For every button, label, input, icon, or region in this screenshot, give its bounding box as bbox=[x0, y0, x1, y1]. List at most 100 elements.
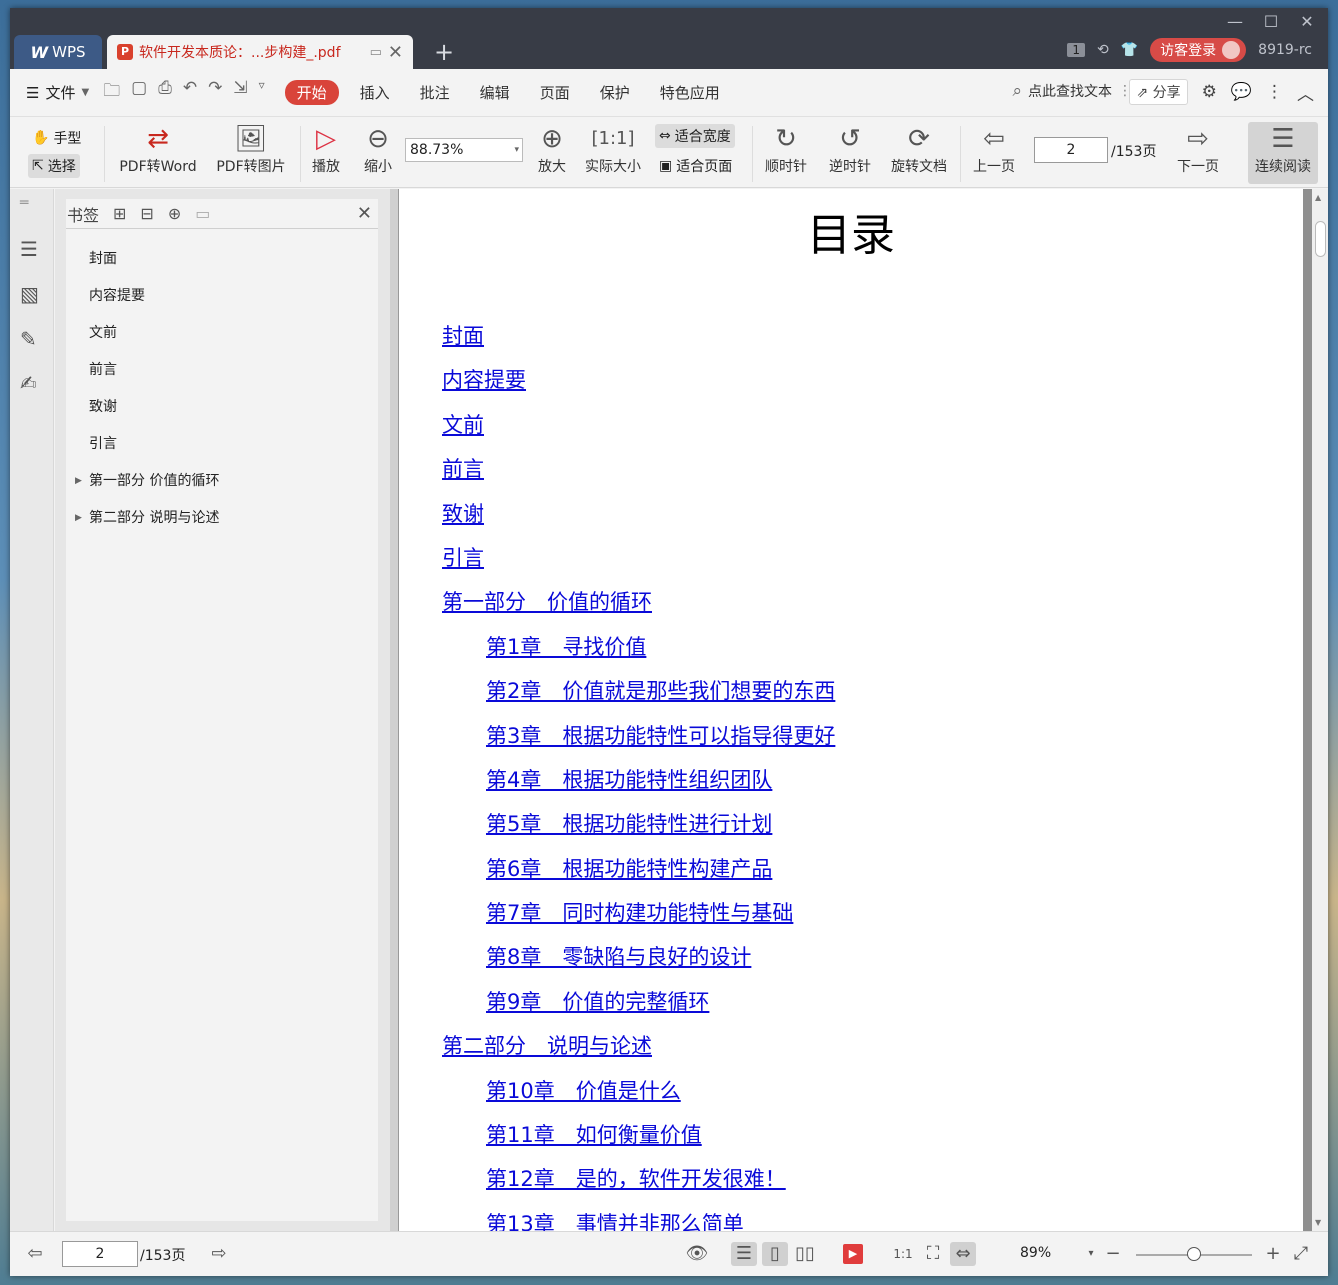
toc-link[interactable]: 第9章 价值的完整循环 bbox=[442, 987, 835, 1031]
zoom-percent-select[interactable]: 88.73% ▾ bbox=[405, 138, 523, 162]
tab-document[interactable]: P 软件开发本质论：...步构建_.pdf ▭ ✕ bbox=[107, 35, 413, 69]
panel-splitter[interactable] bbox=[390, 189, 398, 1231]
tab-insert[interactable]: 插入 bbox=[345, 82, 405, 103]
new-tab-icon[interactable]: + bbox=[434, 38, 454, 66]
fit-page-status-icon[interactable]: ⛶ bbox=[920, 1242, 946, 1266]
skin-icon[interactable]: 👕 bbox=[1121, 42, 1138, 58]
zoom-slider[interactable] bbox=[1136, 1247, 1252, 1261]
rotate-counterclockwise-button[interactable]: ↺ 逆时针 bbox=[822, 122, 878, 176]
toc-link[interactable]: 致谢 bbox=[442, 499, 835, 543]
two-page-view-icon[interactable]: ▯▯ bbox=[792, 1242, 818, 1266]
close-icon[interactable]: ✕ bbox=[357, 203, 372, 224]
more-chevron-icon[interactable]: ▿ bbox=[259, 78, 265, 107]
bookmark-options-icon[interactable]: ▭ bbox=[195, 204, 210, 223]
tab-annotate[interactable]: 批注 bbox=[405, 82, 465, 103]
expand-arrow-icon[interactable]: ▶ bbox=[75, 463, 82, 500]
bookmark-item[interactable]: 封面 bbox=[66, 241, 378, 278]
pin-tab-icon[interactable]: ▭ bbox=[370, 45, 382, 60]
toc-link[interactable]: 封面 bbox=[442, 321, 835, 365]
rotate-document-button[interactable]: ⟳ 旋转文档 bbox=[886, 122, 952, 176]
comment-icon[interactable]: 💬 bbox=[1231, 82, 1252, 102]
toc-link[interactable]: 第6章 根据功能特性构建产品 bbox=[442, 854, 835, 898]
scrollbar-thumb[interactable] bbox=[1315, 221, 1326, 257]
toc-link[interactable]: 内容提要 bbox=[442, 365, 835, 409]
toc-link[interactable]: 第10章 价值是什么 bbox=[442, 1076, 835, 1120]
hand-tool-button[interactable]: ✋ 手型 bbox=[28, 126, 85, 150]
bookmark-item[interactable]: 内容提要 bbox=[66, 278, 378, 315]
add-bookmark-icon[interactable]: ⊕ bbox=[168, 204, 181, 223]
vertical-scrollbar[interactable]: ▲ ▼ bbox=[1312, 189, 1328, 1231]
tab-special[interactable]: 特色应用 bbox=[645, 82, 735, 103]
save-icon[interactable]: ▢ bbox=[131, 78, 147, 107]
open-folder-icon[interactable]: 🗀 bbox=[103, 78, 120, 107]
zoom-plus-icon[interactable]: + bbox=[1260, 1242, 1286, 1266]
toc-link[interactable]: 第8章 零缺陷与良好的设计 bbox=[442, 942, 835, 986]
toc-link[interactable]: 第二部分 说明与论述 bbox=[442, 1031, 835, 1075]
eye-protection-icon[interactable]: 👁 bbox=[684, 1242, 710, 1266]
redo-icon[interactable]: ↷ bbox=[208, 78, 222, 107]
bookmark-item[interactable]: 致谢 bbox=[66, 389, 378, 426]
fit-page-button[interactable]: ▣ 适合页面 bbox=[655, 154, 736, 178]
scroll-up-icon[interactable]: ▲ bbox=[1315, 193, 1321, 202]
collapse-ribbon-icon[interactable]: ︿ bbox=[1297, 80, 1314, 105]
zoom-minus-icon[interactable]: − bbox=[1100, 1242, 1126, 1266]
toc-link[interactable]: 第7章 同时构建功能特性与基础 bbox=[442, 898, 835, 942]
toc-link[interactable]: 引言 bbox=[442, 543, 835, 587]
tab-edit[interactable]: 编辑 bbox=[465, 82, 525, 103]
fullscreen-icon[interactable]: ⤢ bbox=[1288, 1242, 1314, 1266]
more-options-icon[interactable]: ⋮ bbox=[1266, 82, 1283, 102]
status-prev-page-icon[interactable]: ⇦ bbox=[22, 1242, 48, 1266]
play-button[interactable]: ▷ 播放 bbox=[304, 122, 348, 176]
scroll-down-icon[interactable]: ▼ bbox=[1315, 1218, 1321, 1227]
file-menu[interactable]: ☰ 文件 ▼ bbox=[26, 82, 89, 103]
share-button[interactable]: ⇗ 分享 bbox=[1129, 79, 1188, 105]
print-icon[interactable]: ⎙ bbox=[158, 78, 172, 107]
minimize-icon[interactable]: — bbox=[1222, 12, 1248, 31]
zoom-out-button[interactable]: ⊖ 缩小 bbox=[356, 122, 400, 176]
zoom-slider-knob[interactable] bbox=[1187, 1247, 1201, 1261]
thumbnail-icon[interactable]: ▧ bbox=[20, 282, 39, 306]
single-page-view-icon[interactable]: ▯ bbox=[762, 1242, 788, 1266]
status-next-page-icon[interactable]: ⇨ bbox=[206, 1242, 232, 1266]
close-window-icon[interactable]: ✕ bbox=[1294, 12, 1320, 31]
bookmark-item[interactable]: ▶ 第二部分 说明与论述 bbox=[66, 500, 378, 537]
bookmark-item[interactable]: 引言 bbox=[66, 426, 378, 463]
tab-protect[interactable]: 保护 bbox=[585, 82, 645, 103]
window-count-badge[interactable]: 1 bbox=[1067, 43, 1085, 57]
pdf-to-image-button[interactable]: 🖼 PDF转图片 bbox=[210, 122, 292, 176]
toc-link[interactable]: 第2章 价值就是那些我们想要的东西 bbox=[442, 676, 835, 720]
slideshow-play-icon[interactable]: ▶ bbox=[843, 1244, 863, 1264]
toc-link[interactable]: 第3章 根据功能特性可以指导得更好 bbox=[442, 721, 835, 765]
undo-icon[interactable]: ↶ bbox=[183, 78, 197, 107]
bookmark-list-icon[interactable]: ☰ bbox=[20, 237, 38, 261]
bookmark-item[interactable]: 前言 bbox=[66, 352, 378, 389]
status-zoom-value[interactable]: 89% bbox=[1020, 1245, 1051, 1261]
maximize-icon[interactable]: ☐ bbox=[1258, 12, 1284, 31]
continuous-reading-button[interactable]: ☰ 连续阅读 bbox=[1248, 122, 1318, 184]
next-page-button[interactable]: ⇨ 下一页 bbox=[1172, 122, 1224, 176]
page-number-input[interactable]: 2 bbox=[1034, 137, 1108, 163]
tab-start[interactable]: 开始 bbox=[284, 80, 339, 105]
settings-gear-icon[interactable]: ⚙ bbox=[1202, 82, 1217, 102]
bookmark-item[interactable]: 文前 bbox=[66, 315, 378, 352]
status-page-input[interactable]: 2 bbox=[62, 1241, 138, 1267]
close-tab-icon[interactable]: ✕ bbox=[388, 42, 403, 63]
fit-width-button[interactable]: ⇔ 适合宽度 bbox=[655, 124, 735, 148]
tab-page[interactable]: 页面 bbox=[525, 82, 585, 103]
select-tool-button[interactable]: ⇱ 选择 bbox=[28, 154, 80, 178]
toc-link[interactable]: 第11章 如何衡量价值 bbox=[442, 1120, 835, 1164]
tab-wps-home[interactable]: W WPS bbox=[14, 35, 102, 69]
actual-size-status-icon[interactable]: 1:1 bbox=[890, 1242, 916, 1266]
signature-icon[interactable]: ✍ bbox=[20, 371, 37, 395]
zoom-in-button[interactable]: ⊕ 放大 bbox=[530, 122, 574, 176]
toc-link[interactable]: 文前 bbox=[442, 410, 835, 454]
annotation-icon[interactable]: ✎ bbox=[20, 327, 37, 351]
login-button[interactable]: 访客登录 bbox=[1150, 38, 1247, 62]
sync-icon[interactable]: ⟲ bbox=[1097, 42, 1109, 58]
toc-link[interactable]: 第4章 根据功能特性组织团队 bbox=[442, 765, 835, 809]
toc-link[interactable]: 第1章 寻找价值 bbox=[442, 632, 835, 676]
prev-page-button[interactable]: ⇦ 上一页 bbox=[968, 122, 1020, 176]
rotate-clockwise-button[interactable]: ↻ 顺时针 bbox=[758, 122, 814, 176]
expand-arrow-icon[interactable]: ▶ bbox=[75, 500, 82, 537]
continuous-view-icon[interactable]: ☰ bbox=[731, 1242, 757, 1266]
